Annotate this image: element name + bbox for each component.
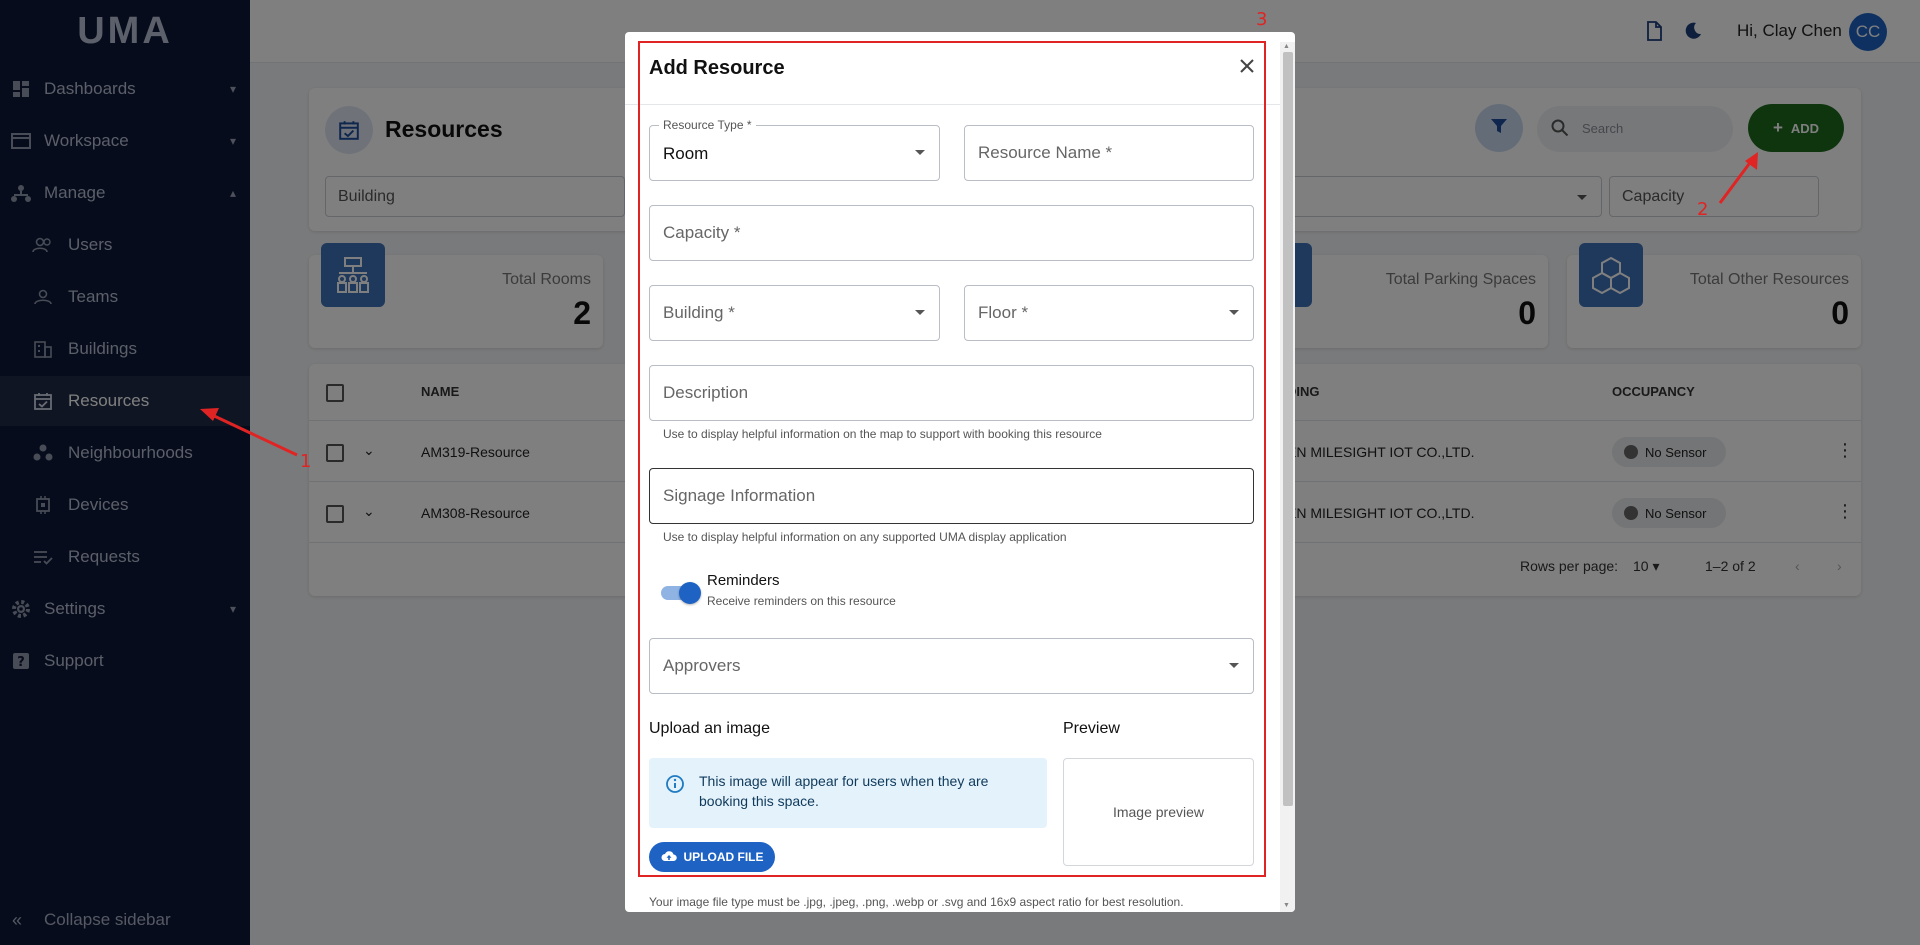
- annotation-number-2: 2: [1697, 199, 1709, 220]
- scroll-down-icon[interactable]: ▼: [1283, 902, 1290, 909]
- annotation-number-3: 3: [1256, 9, 1268, 30]
- file-type-note: Your image file type must be .jpg, .jpeg…: [649, 895, 1184, 909]
- annotation-number-1: 1: [300, 451, 312, 472]
- dialog-scrollbar[interactable]: ▲ ▼: [1280, 42, 1295, 912]
- scroll-up-icon[interactable]: ▲: [1283, 43, 1290, 50]
- annotation-box-3: [638, 41, 1266, 877]
- scroll-thumb[interactable]: [1283, 52, 1293, 806]
